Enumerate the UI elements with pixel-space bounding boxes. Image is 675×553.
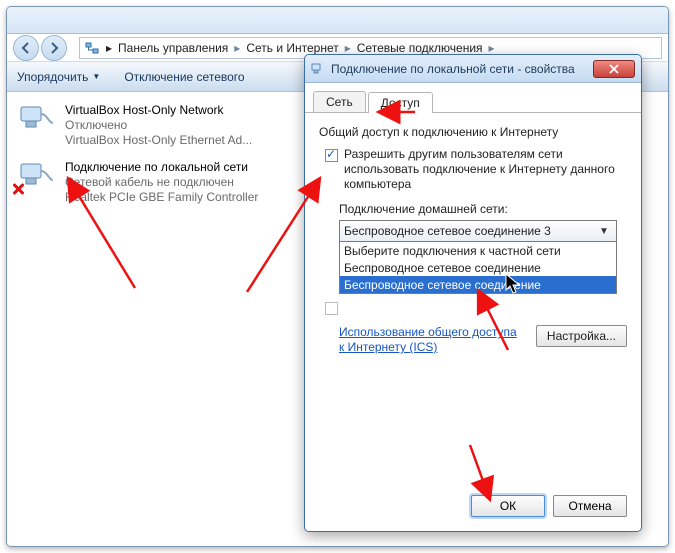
network-folder-icon xyxy=(84,40,100,56)
tabs: Сеть Доступ xyxy=(305,83,641,113)
connection-device: VirtualBox Host-Only Ethernet Ad... xyxy=(65,133,252,148)
dialog-buttons: ОК Отмена xyxy=(471,495,627,517)
crumb-network[interactable]: Сеть и Интернет xyxy=(246,41,338,55)
forward-button[interactable] xyxy=(41,35,67,61)
group-title: Общий доступ к подключению к Интернету xyxy=(319,125,627,139)
organize-label: Упорядочить xyxy=(17,70,88,84)
home-connection-combo[interactable]: Беспроводное сетевое соединение 3 ▼ Выбе… xyxy=(339,220,617,294)
cancel-button[interactable]: Отмена xyxy=(553,495,627,517)
connection-device: Realtek PCIe GBE Family Controller xyxy=(65,190,258,205)
cancel-label: Отмена xyxy=(568,499,611,513)
mouse-cursor-icon xyxy=(505,273,523,295)
tab-network[interactable]: Сеть xyxy=(313,91,366,112)
combo-option[interactable]: Выберите подключения к частной сети xyxy=(340,242,616,259)
settings-button[interactable]: Настройка... xyxy=(536,325,627,347)
disable-action[interactable]: Отключение сетевого xyxy=(124,70,244,84)
back-button[interactable] xyxy=(13,35,39,61)
adapter-icon xyxy=(17,103,57,137)
disable-label: Отключение сетевого xyxy=(124,70,244,84)
allow-sharing-row[interactable]: Разрешить другим пользователям сети испо… xyxy=(325,147,627,192)
properties-dialog: Подключение по локальной сети - свойства… xyxy=(304,54,642,532)
ics-help-link[interactable]: Использование общего доступа к Интернету… xyxy=(339,325,519,355)
allow-manage-row xyxy=(325,300,627,315)
dialog-titlebar[interactable]: Подключение по локальной сети - свойства xyxy=(305,55,641,83)
ok-button[interactable]: ОК xyxy=(471,495,545,517)
close-icon xyxy=(609,64,619,74)
organize-menu[interactable]: Упорядочить ▼ xyxy=(17,70,100,84)
tab-label: Сеть xyxy=(326,95,353,109)
tab-access[interactable]: Доступ xyxy=(368,92,433,113)
allow-sharing-checkbox[interactable] xyxy=(325,149,338,162)
combo-selected[interactable]: Беспроводное сетевое соединение 3 ▼ xyxy=(340,221,616,241)
connection-status: Отключено xyxy=(65,118,252,133)
close-button[interactable] xyxy=(593,60,635,78)
chevron-down-icon: ▼ xyxy=(92,72,100,81)
ics-link-row: Использование общего доступа к Интернету… xyxy=(339,325,627,355)
crumb-connections[interactable]: Сетевые подключения xyxy=(357,41,483,55)
combo-value: Беспроводное сетевое соединение 3 xyxy=(344,224,551,238)
crumb-control-panel[interactable]: Панель управления xyxy=(118,41,228,55)
tab-label: Доступ xyxy=(381,96,420,110)
combo-option[interactable]: Беспроводное сетевое соединение xyxy=(340,276,616,293)
dialog-title: Подключение по локальной сети - свойства xyxy=(331,62,587,76)
allow-manage-checkbox xyxy=(325,302,338,315)
ok-label: ОК xyxy=(500,499,516,513)
nav-buttons xyxy=(13,35,67,61)
allow-sharing-label: Разрешить другим пользователям сети испо… xyxy=(344,147,627,192)
chevron-down-icon: ▼ xyxy=(596,226,612,237)
access-tab-page: Общий доступ к подключению к Интернету Р… xyxy=(305,113,641,367)
dialog-body: Сеть Доступ Общий доступ к подключению к… xyxy=(305,83,641,531)
adapter-small-icon xyxy=(311,62,325,76)
combo-option[interactable]: Беспроводное сетевое соединение xyxy=(340,259,616,276)
error-x-icon xyxy=(11,182,25,196)
combo-listbox: Выберите подключения к частной сети Бесп… xyxy=(340,241,616,293)
connection-status: Сетевой кабель не подключен xyxy=(65,175,258,190)
window-titlebar xyxy=(7,7,668,34)
connection-title: VirtualBox Host-Only Network xyxy=(65,103,252,118)
home-connection-label: Подключение домашней сети: xyxy=(339,202,627,216)
connection-title: Подключение по локальной сети xyxy=(65,160,258,175)
settings-label: Настройка... xyxy=(547,329,616,343)
